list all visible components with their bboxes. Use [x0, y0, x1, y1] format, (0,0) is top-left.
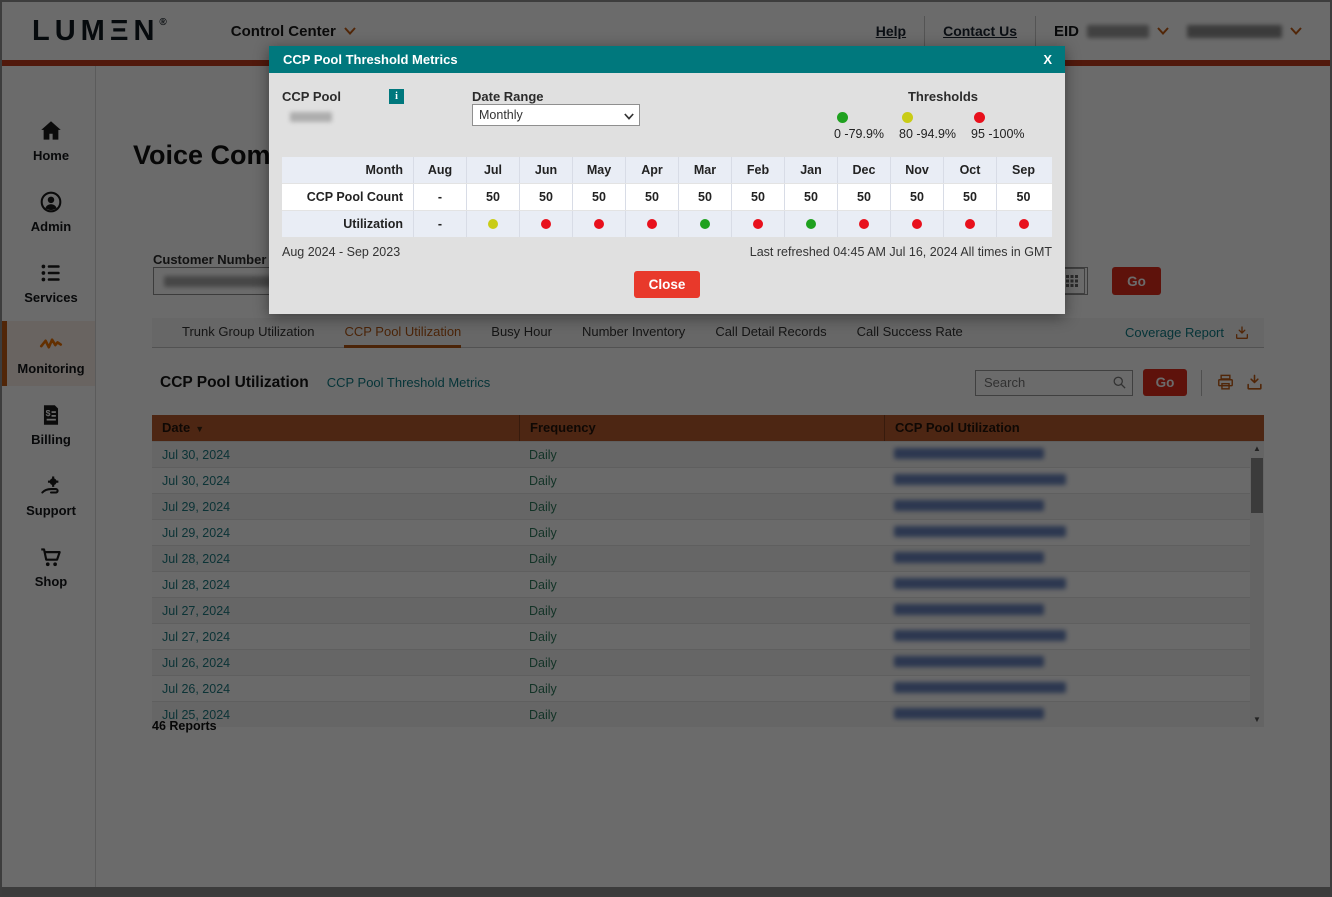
metrics-header-row: MonthAugJulJunMayAprMarFebJanDecNovOctSe… [282, 157, 1052, 183]
ccp-pool-value-redacted [290, 112, 332, 122]
metrics-month-header: Sep [997, 157, 1050, 183]
metrics-utilization-value [520, 211, 573, 237]
modal-close-icon[interactable]: X [1043, 52, 1052, 67]
metrics-month-header: Jan [785, 157, 838, 183]
metrics-utilization-value [573, 211, 626, 237]
metrics-count-value: 50 [467, 184, 520, 210]
metrics-month-header: Dec [838, 157, 891, 183]
metrics-utilization-value [732, 211, 785, 237]
metrics-utilization-value [944, 211, 997, 237]
metrics-month-header: Apr [626, 157, 679, 183]
metrics-month-header: Aug [414, 157, 467, 183]
threshold-metrics-table: MonthAugJulJunMayAprMarFebJanDecNovOctSe… [282, 157, 1052, 237]
thresholds-legend: Thresholds 0 -79.9% 80 -94.9% 95 -100 [834, 89, 1052, 141]
green-dot-icon [700, 219, 710, 229]
metrics-utilization-value [626, 211, 679, 237]
legend-item-yellow: 80 -94.9% [899, 112, 956, 141]
modal-close-button[interactable]: Close [634, 271, 700, 298]
metrics-utilization-value: - [414, 211, 467, 237]
red-dot-icon [974, 112, 985, 123]
modal-title: CCP Pool Threshold Metrics [283, 52, 458, 67]
metrics-count-label: CCP Pool Count [282, 184, 414, 210]
metrics-count-value: 50 [679, 184, 732, 210]
red-dot-icon [647, 219, 657, 229]
metrics-count-row: CCP Pool Count-5050505050505050505050 [282, 183, 1052, 211]
metrics-count-value: 50 [732, 184, 785, 210]
metrics-count-value: 50 [573, 184, 626, 210]
metrics-count-value: - [414, 184, 467, 210]
metrics-count-value: 50 [944, 184, 997, 210]
red-dot-icon [912, 219, 922, 229]
red-dot-icon [965, 219, 975, 229]
metrics-count-value: 50 [838, 184, 891, 210]
metrics-utilization-label: Utilization [282, 211, 414, 237]
metrics-count-value: 50 [785, 184, 838, 210]
date-range-label: Date Range [472, 89, 722, 104]
metrics-utilization-value [838, 211, 891, 237]
metrics-month-header: Feb [732, 157, 785, 183]
red-dot-icon [1019, 219, 1029, 229]
metrics-count-value: 50 [891, 184, 944, 210]
green-dot-icon [806, 219, 816, 229]
date-range-block: Date Range Monthly [472, 89, 722, 141]
metrics-utilization-value [891, 211, 944, 237]
metrics-utilization-value [785, 211, 838, 237]
ccp-pool-threshold-metrics-modal: CCP Pool Threshold Metrics X CCP Pool i … [269, 46, 1065, 314]
ccp-pool-block: CCP Pool i [282, 89, 472, 141]
metrics-month-header: Oct [944, 157, 997, 183]
red-dot-icon [541, 219, 551, 229]
modal-header: CCP Pool Threshold Metrics X [269, 46, 1065, 73]
metrics-utilization-value [997, 211, 1050, 237]
metrics-month-header: May [573, 157, 626, 183]
metrics-month-header: Nov [891, 157, 944, 183]
metrics-month-header: Jun [520, 157, 573, 183]
metrics-utilization-value [467, 211, 520, 237]
red-dot-icon [594, 219, 604, 229]
legend-label: 0 -79.9% [834, 127, 884, 141]
date-range-text: Aug 2024 - Sep 2023 [282, 245, 400, 259]
green-dot-icon [837, 112, 848, 123]
legend-item-green: 0 -79.9% [834, 112, 884, 141]
metrics-month-header: Mar [679, 157, 732, 183]
modal-body: CCP Pool i Date Range Monthly Thres [269, 73, 1065, 314]
metrics-month-label: Month [282, 157, 414, 183]
metrics-count-value: 50 [626, 184, 679, 210]
yellow-dot-icon [902, 112, 913, 123]
red-dot-icon [753, 219, 763, 229]
legend-label: 95 -100% [971, 127, 1025, 141]
metrics-count-value: 50 [520, 184, 573, 210]
last-refreshed-text: Last refreshed 04:45 AM Jul 16, 2024 All… [750, 245, 1052, 259]
yellow-dot-icon [488, 219, 498, 229]
metrics-utilization-row: Utilization- [282, 211, 1052, 237]
metrics-month-header: Jul [467, 157, 520, 183]
info-icon[interactable]: i [389, 89, 404, 104]
ccp-pool-label: CCP Pool [282, 89, 341, 104]
legend-label: 80 -94.9% [899, 127, 956, 141]
metrics-count-value: 50 [997, 184, 1050, 210]
application-window: LUMΞN® Control Center Help Contact Us EI… [0, 0, 1332, 897]
legend-item-red: 95 -100% [971, 112, 1025, 141]
red-dot-icon [859, 219, 869, 229]
date-range-select[interactable]: Monthly [472, 104, 640, 126]
thresholds-title: Thresholds [834, 89, 1052, 104]
metrics-utilization-value [679, 211, 732, 237]
